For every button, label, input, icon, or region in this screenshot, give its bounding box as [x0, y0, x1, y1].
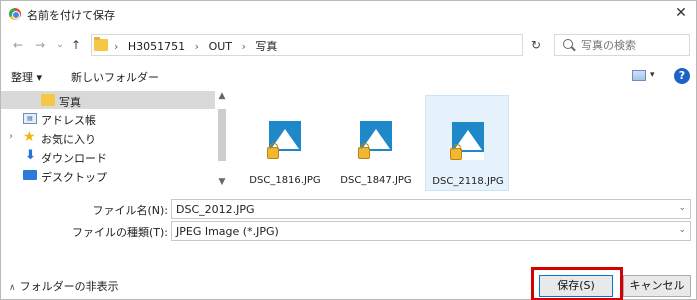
sidebar-item-favorites[interactable]: › ★ お気に入り	[1, 128, 215, 146]
lock-icon	[450, 144, 462, 160]
filename-field[interactable]: DSC_2012.JPG ⌄	[171, 199, 691, 219]
forward-button[interactable]: →	[33, 38, 47, 52]
new-folder-button[interactable]: 新しいフォルダー	[71, 69, 159, 85]
back-button[interactable]: ←	[11, 38, 25, 52]
breadcrumb-item-h3051751[interactable]: H3051751	[128, 40, 185, 53]
address-row: ← → ⌄ ↑ › H3051751 › OUT › 写真 ⌄ ↻	[1, 29, 696, 61]
help-icon[interactable]: ?	[674, 68, 690, 84]
file-item[interactable]: DSC_1816.JPG	[243, 95, 327, 191]
filename-value: DSC_2012.JPG	[176, 203, 255, 216]
file-list: DSC_1816.JPG DSC_1847.JPG DSC_2118.JPG	[231, 91, 696, 191]
chevron-right-icon[interactable]: ›	[9, 131, 13, 142]
chevron-down-icon[interactable]: ▾	[650, 70, 655, 80]
search-input[interactable]	[581, 37, 685, 53]
save-button[interactable]: 保存(S)	[539, 275, 613, 297]
close-button[interactable]: ✕	[672, 4, 690, 22]
title-bar: 名前を付けて保存 ✕	[1, 1, 696, 27]
file-name: DSC_2118.JPG	[432, 176, 504, 187]
sidebar-item-label: デスクトップ	[41, 171, 107, 184]
organize-button[interactable]: 整理 ▾	[11, 69, 42, 85]
command-bar: 整理 ▾ 新しいフォルダー ▾ ?	[1, 63, 696, 89]
breadcrumb-separator: ›	[114, 40, 119, 53]
sidebar-item-photos[interactable]: 写真	[1, 91, 215, 109]
file-name: DSC_1816.JPG	[249, 175, 321, 186]
folder-icon	[41, 94, 55, 106]
filetype-select[interactable]: JPEG Image (*.JPG) ⌄	[171, 221, 691, 241]
chevron-down-icon[interactable]: ⌄	[678, 225, 686, 235]
sidebar-item-desktop[interactable]: デスクトップ	[1, 166, 215, 184]
up-button[interactable]: ↑	[69, 38, 83, 52]
breadcrumb-separator: ›	[194, 40, 200, 53]
refresh-button[interactable]: ↻	[523, 34, 549, 56]
scroll-up-icon[interactable]: ▲	[215, 91, 229, 105]
recent-locations-button[interactable]: ⌄	[53, 38, 67, 52]
filetype-value: JPEG Image (*.JPG)	[176, 225, 279, 238]
sidebar-item-label: 写真	[59, 96, 81, 109]
filetype-label: ファイルの種類(T):	[71, 226, 168, 239]
dialog-title: 名前を付けて保存	[27, 9, 115, 22]
navigation-scrollbar[interactable]: ▲ ▼	[215, 91, 229, 191]
contacts-icon: ▤	[23, 113, 37, 124]
sidebar-item-address-book[interactable]: ▤ アドレス帳	[1, 109, 215, 127]
sidebar-item-downloads[interactable]: ⬇ ダウンロード	[1, 147, 215, 165]
breadcrumb: › H3051751 › OUT › 写真	[114, 38, 283, 54]
hide-folders-toggle[interactable]: ∧ フォルダーの非表示	[9, 278, 119, 294]
scroll-down-icon[interactable]: ▼	[215, 177, 229, 191]
folder-icon	[94, 37, 108, 51]
sidebar-item-label: アドレス帳	[41, 114, 96, 127]
breadcrumb-separator: ›	[241, 40, 246, 53]
save-as-dialog: 名前を付けて保存 ✕ ← → ⌄ ↑ › H3051751 › OUT › 写真…	[0, 0, 697, 300]
star-icon: ★	[23, 129, 36, 145]
desktop-icon	[23, 170, 37, 180]
image-file-icon	[450, 122, 484, 160]
search-box[interactable]	[554, 34, 690, 56]
file-item-selected[interactable]: DSC_2118.JPG	[425, 95, 509, 191]
breadcrumb-item-photos[interactable]: 写真	[255, 40, 277, 53]
download-icon: ⬇	[25, 148, 36, 163]
filename-label: ファイル名(N):	[92, 204, 168, 217]
image-file-icon	[267, 121, 301, 159]
chrome-app-icon	[9, 8, 21, 20]
file-name: DSC_1847.JPG	[340, 175, 412, 186]
file-item[interactable]: DSC_1847.JPG	[334, 95, 418, 191]
filetype-row: ファイルの種類(T): JPEG Image (*.JPG) ⌄	[1, 219, 696, 243]
hide-folders-label: フォルダーの非表示	[19, 280, 119, 293]
address-bar[interactable]: › H3051751 › OUT › 写真 ⌄	[91, 34, 602, 56]
lock-icon	[358, 143, 370, 159]
chevron-down-icon[interactable]: ⌄	[678, 203, 686, 213]
chevron-up-icon: ∧	[9, 283, 16, 293]
breadcrumb-item-out[interactable]: OUT	[209, 40, 232, 53]
sidebar-item-label: お気に入り	[41, 133, 96, 146]
navigation-pane: 写真 ▤ アドレス帳 › ★ お気に入り ⬇ ダウンロード デスクトップ	[1, 91, 229, 191]
lock-icon	[267, 143, 279, 159]
view-icon[interactable]	[632, 70, 646, 81]
cancel-button[interactable]: キャンセル	[623, 275, 691, 297]
sidebar-item-label: ダウンロード	[41, 152, 107, 165]
image-file-icon	[358, 121, 392, 159]
scroll-thumb[interactable]	[218, 109, 226, 161]
search-icon	[563, 39, 573, 49]
filename-row: ファイル名(N): DSC_2012.JPG ⌄	[1, 197, 696, 221]
